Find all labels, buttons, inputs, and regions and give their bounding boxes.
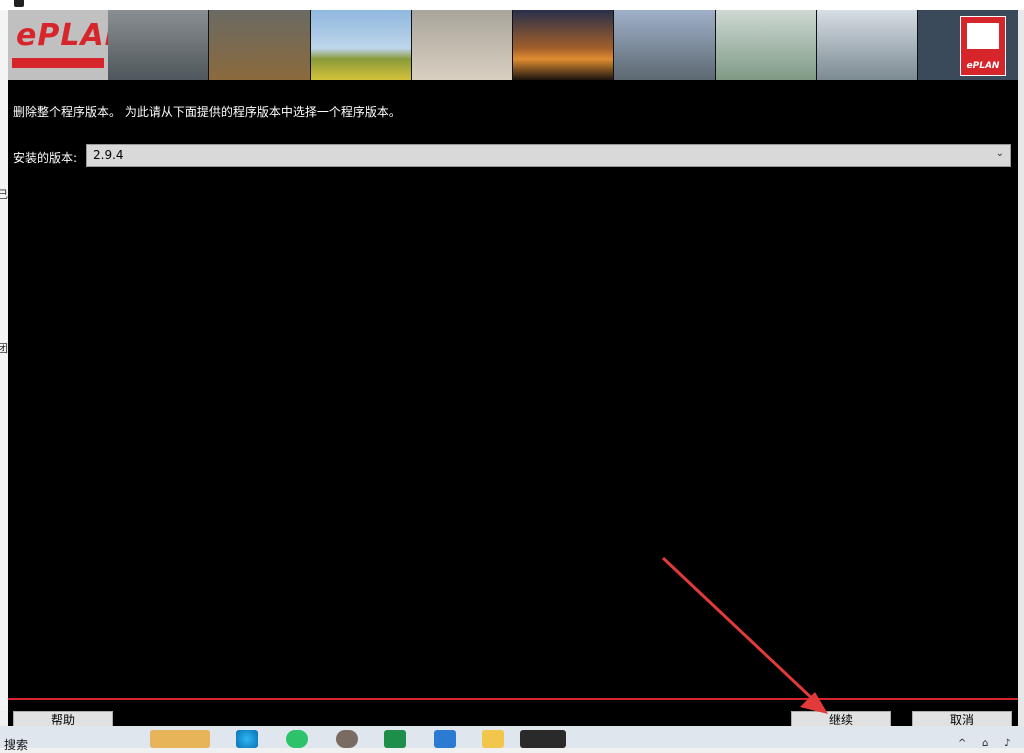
badge-text: ePLAN	[966, 61, 1000, 71]
eplan-badge: ePLAN	[918, 10, 1018, 80]
banner-image-substation	[816, 10, 918, 80]
banner-image-machine	[411, 10, 513, 80]
banner-image-factory	[715, 10, 817, 80]
tray-network[interactable]: ⌂	[982, 738, 988, 749]
banner-image-plant	[614, 10, 716, 80]
uninstall-dialog: ePLAN ePLAN 删除整个程序版本。 为此请从下面提供的程序版本中选择一个…	[8, 10, 1024, 729]
banner-image-warehouse	[209, 10, 311, 80]
banner-image-cars	[108, 10, 210, 80]
chevron-down-icon: ⌄	[995, 148, 1004, 159]
taskbar: 搜索 ^ ⌂ ♪	[0, 726, 1024, 752]
title-bar	[0, 0, 1024, 10]
wechat-icon[interactable]	[286, 730, 308, 748]
folder-icon[interactable]	[482, 730, 504, 748]
divider-line	[8, 698, 1018, 700]
banner-image-windmills	[310, 10, 412, 80]
badge-inner	[967, 23, 999, 49]
tray-volume[interactable]: ♪	[1004, 738, 1010, 749]
logo-bar	[12, 58, 104, 68]
version-select[interactable]: 2.9.4 ⌄	[86, 144, 1011, 167]
teams-icon[interactable]	[434, 730, 456, 748]
bg-text-2: 团	[0, 342, 8, 355]
avatar-icon[interactable]	[336, 730, 358, 748]
instruction-text: 删除整个程序版本。 为此请从下面提供的程序版本中选择一个程序版本。	[13, 105, 401, 119]
banner: ePLAN ePLAN	[8, 10, 1018, 80]
eplan-logo: ePLAN	[8, 10, 130, 80]
banner-image-oil-pumps	[513, 10, 615, 80]
app-icon	[14, 0, 24, 7]
badge: ePLAN	[960, 16, 1006, 76]
tray-chevron[interactable]: ^	[958, 738, 966, 749]
version-value: 2.9.4	[93, 148, 124, 162]
search-label[interactable]: 搜索	[4, 736, 28, 753]
taskbar-widget[interactable]	[150, 730, 210, 748]
app-green-icon[interactable]	[384, 730, 406, 748]
edge-icon[interactable]	[236, 730, 258, 748]
eplan-task-icon[interactable]	[520, 730, 566, 748]
background-window-edge: 己 团	[0, 10, 8, 710]
bg-text-1: 己	[0, 188, 8, 201]
version-label: 安装的版本:	[13, 151, 78, 165]
